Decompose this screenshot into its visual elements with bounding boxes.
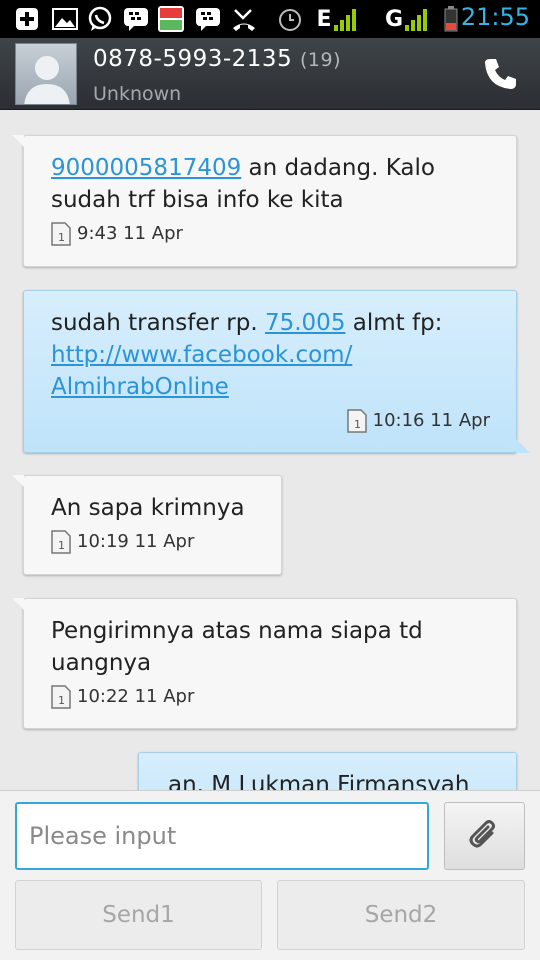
message-body: sudah transfer rp.: [51, 310, 265, 336]
svg-text:1: 1: [58, 539, 65, 552]
message-meta: 1 10:19 11 Apr: [51, 526, 255, 558]
bbm-icon: [194, 6, 222, 32]
thread-count: (19): [300, 49, 342, 71]
message-meta: 1 10:16 11 Apr: [51, 405, 490, 437]
message-bubble[interactable]: 9000005817409 an dadang. Kalo sudah trf …: [12, 135, 517, 267]
signal-icon: G: [376, 6, 436, 32]
alarm-icon: [276, 6, 304, 32]
message-meta: 1 9:43 11 Apr: [51, 218, 490, 250]
phone-number-link[interactable]: 9000005817409: [51, 155, 241, 181]
svg-text:1: 1: [58, 231, 65, 244]
svg-text:1: 1: [354, 418, 361, 431]
sim-card-icon: 1: [51, 685, 71, 709]
bubble-tail: [12, 475, 24, 487]
send1-button[interactable]: Send1: [15, 880, 262, 950]
message-bubble[interactable]: an. M Lukman Firmansyah: [138, 752, 517, 790]
paperclip-icon: [469, 820, 495, 848]
url-link[interactable]: AlmihrabOnline: [51, 374, 229, 400]
url-link[interactable]: http://www.facebook.com/: [51, 342, 352, 368]
bbm-icon: [122, 6, 150, 32]
message-text: Pengirimnya atas nama siapa td uangnya: [51, 618, 423, 676]
amount-link[interactable]: 75.005: [265, 310, 345, 336]
whatsapp-icon: [86, 6, 114, 32]
message-body: almt fp:: [345, 310, 443, 336]
send2-button[interactable]: Send2: [277, 880, 525, 950]
message-text: an. M Lukman Firmansyah: [168, 772, 470, 790]
message-meta: 1 10:22 11 Apr: [51, 681, 490, 713]
qoo10-icon: [157, 6, 185, 32]
message-input[interactable]: [15, 802, 429, 870]
contact-status: Unknown: [93, 83, 182, 105]
battery-icon: [442, 6, 460, 32]
sim-card-icon: 1: [51, 530, 71, 554]
status-clock: 21:55: [460, 3, 530, 31]
message-bubble[interactable]: Pengirimnya atas nama siapa td uangnya 1…: [12, 598, 517, 729]
svg-text:1: 1: [58, 694, 65, 707]
phone-icon: [485, 59, 516, 89]
signal-icon: E: [306, 6, 366, 32]
status-bar: E G 21:55: [0, 0, 540, 38]
contact-number: 0878-5993-2135 (19): [93, 46, 341, 72]
message-time: 10:22 11 Apr: [77, 686, 195, 707]
sim-card-icon: 1: [51, 222, 71, 246]
call-button[interactable]: [478, 52, 522, 96]
message-time: 10:16 11 Apr: [372, 410, 490, 431]
message-time: 9:43 11 Apr: [77, 223, 183, 244]
bubble-tail: [516, 439, 530, 453]
bubble-tail: [12, 598, 24, 610]
image-icon: [50, 6, 80, 32]
sim-card-icon: 1: [346, 409, 367, 433]
conversation-header: 0878-5993-2135 (19) Unknown: [0, 38, 540, 110]
attach-button[interactable]: [444, 802, 525, 870]
message-bubble[interactable]: An sapa krimnya 1 10:19 11 Apr: [12, 475, 282, 575]
message-text: 9000005817409 an dadang. Kalo sudah trf …: [51, 152, 490, 216]
contact-number-text: 0878-5993-2135: [93, 46, 293, 72]
message-time: 10:19 11 Apr: [77, 531, 195, 552]
missed-call-icon: [230, 6, 258, 32]
compose-area: Send1 Send2: [0, 790, 540, 960]
message-bubble[interactable]: sudah transfer rp. 75.005 almt fp: http:…: [23, 290, 530, 453]
bubble-tail: [12, 135, 24, 147]
message-list[interactable]: 9000005817409 an dadang. Kalo sudah trf …: [0, 110, 540, 790]
message-text: sudah transfer rp. 75.005 almt fp: http:…: [51, 307, 490, 403]
add-icon: [12, 6, 42, 32]
avatar[interactable]: [15, 43, 77, 105]
message-text: An sapa krimnya: [51, 495, 245, 521]
